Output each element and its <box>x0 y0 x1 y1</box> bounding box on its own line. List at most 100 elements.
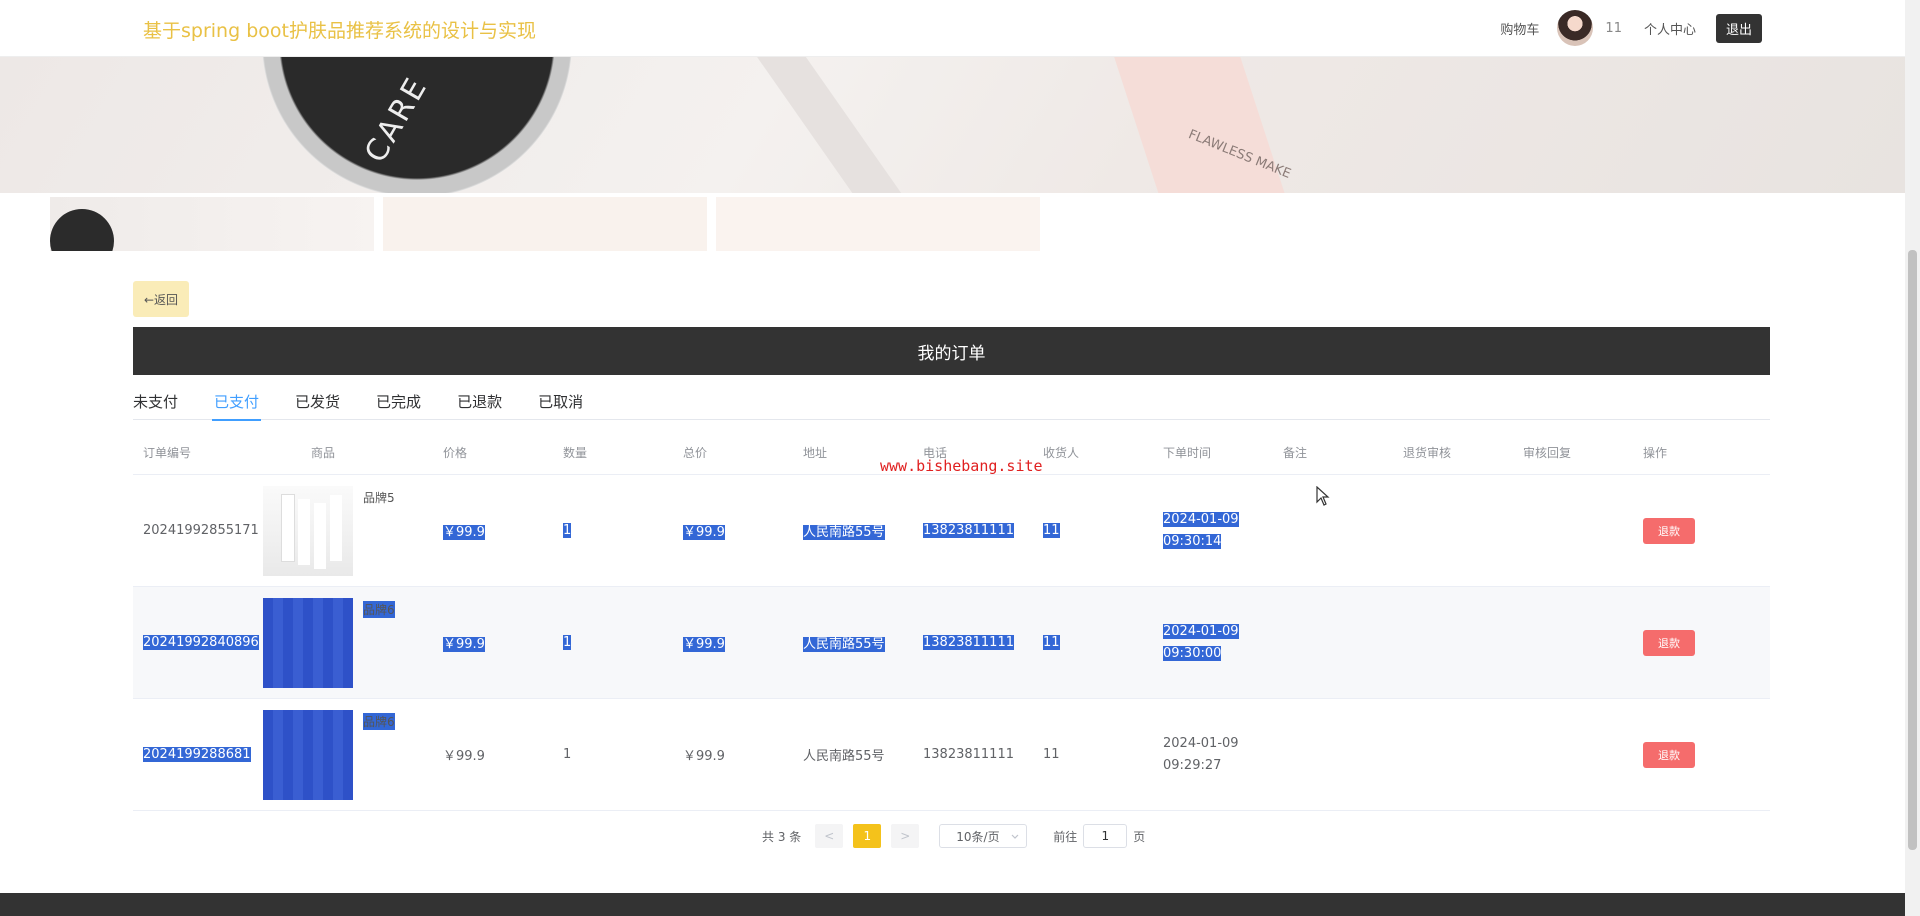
total: ￥99.9 <box>673 633 793 652</box>
pagination: 共 3 条 < 1 > 10条/页 前往 1 页 <box>762 823 1145 849</box>
next-page-button[interactable]: > <box>891 824 920 848</box>
header-audit-reply: 审核回复 <box>1523 445 1572 460</box>
tab-shipped[interactable]: 已发货 <box>295 388 340 420</box>
header-note: 备注 <box>1283 445 1308 460</box>
nav-right: 购物车 11 个人中心 退出 <box>1500 10 1762 46</box>
address: 人民南路55号 <box>793 745 913 764</box>
phone: 13823811111 <box>913 747 1033 762</box>
mouse-cursor-icon <box>1316 486 1330 506</box>
quantity-text: 1 <box>563 747 572 762</box>
page-scrollbar[interactable] <box>1905 0 1920 916</box>
page-unit-label: 页 <box>1133 829 1146 844</box>
orders-table: 订单编号 商品 价格 数量 总价 地址 电话 收货人 下单时间 备注 退货审核 … <box>133 430 1770 811</box>
pagination-total: 共 3 条 <box>762 829 802 844</box>
total-text: ￥99.9 <box>683 525 725 540</box>
profile-link[interactable]: 个人中心 <box>1644 19 1696 38</box>
page-size-select[interactable]: 10条/页 <box>939 824 1028 848</box>
header-order-id: 订单编号 <box>143 445 192 460</box>
top-navbar: 基于spring boot护肤品推荐系统的设计与实现 购物车 11 个人中心 退… <box>0 0 1905 57</box>
table-row: 20241992840896 品牌6 ￥99.9 1 ￥99.9 人民南路55号… <box>133 587 1770 699</box>
refund-button[interactable]: 退款 <box>1643 629 1695 656</box>
scrollbar-thumb[interactable] <box>1908 250 1917 850</box>
address-text: 人民南路55号 <box>803 525 885 540</box>
order-id: 20241992855171 <box>133 523 259 538</box>
banner-thumb-1[interactable] <box>50 197 374 251</box>
order-id-text: 20241992855171 <box>143 523 259 538</box>
goods-image[interactable] <box>263 485 353 576</box>
goods-name: 品牌5 <box>363 490 395 505</box>
receiver-text: 11 <box>1043 747 1060 762</box>
banner-thumbnails <box>50 197 1040 251</box>
header-quantity: 数量 <box>563 445 588 460</box>
quantity-text: 1 <box>563 635 572 650</box>
actions: 退款 <box>1633 517 1750 544</box>
quantity: 1 <box>553 523 673 538</box>
watermark: www.bishebang.site <box>880 457 1043 475</box>
order-id-text: 20241992840896 <box>143 635 259 650</box>
order-status-tabs: 未支付 已支付 已发货 已完成 已退款 已取消 <box>133 388 1770 421</box>
address: 人民南路55号 <box>793 521 913 540</box>
actions: 退款 <box>1633 741 1750 768</box>
cart-link[interactable]: 购物车 <box>1500 19 1539 38</box>
tab-cancelled[interactable]: 已取消 <box>538 388 583 420</box>
tab-completed[interactable]: 已完成 <box>376 388 421 420</box>
phone: 13823811111 <box>913 635 1033 650</box>
refund-button[interactable]: 退款 <box>1643 741 1695 768</box>
username: 11 <box>1605 20 1622 36</box>
order-time-text: 2024-01-09 09:29:27 <box>1163 735 1239 773</box>
table-row: 20241992855171 品牌5 ￥99.9 1 ￥99.9 人民南路55号… <box>133 475 1770 587</box>
tab-refunded[interactable]: 已退款 <box>457 388 502 420</box>
total-text: ￥99.9 <box>683 749 725 764</box>
goods-cell: 品牌6 <box>253 709 433 800</box>
price: ￥99.9 <box>433 745 553 764</box>
footer <box>0 893 1905 916</box>
phone: 13823811111 <box>913 523 1033 538</box>
header-goods: 商品 <box>310 445 335 460</box>
prev-page-button[interactable]: < <box>815 824 844 848</box>
price-text: ￥99.9 <box>443 749 485 764</box>
address-text: 人民南路55号 <box>803 749 885 764</box>
phone-text: 13823811111 <box>923 635 1014 650</box>
banner-image: CARE FLAWLESS MAKE <box>0 57 1905 193</box>
banner-thumb-2[interactable] <box>383 197 707 251</box>
avatar[interactable] <box>1557 10 1594 46</box>
page-number-1[interactable]: 1 <box>853 824 882 848</box>
order-time-text: 2024-01-09 09:30:14 <box>1163 511 1239 549</box>
total: ￥99.9 <box>673 521 793 540</box>
address-text: 人民南路55号 <box>803 637 885 652</box>
goods-image[interactable] <box>263 597 353 688</box>
price-text: ￥99.9 <box>443 637 485 652</box>
quantity: 1 <box>553 747 673 762</box>
back-button[interactable]: ←返回 <box>133 281 189 317</box>
banner-thumb-3[interactable] <box>716 197 1040 251</box>
receiver-text: 11 <box>1043 635 1060 650</box>
receiver: 11 <box>1033 747 1153 762</box>
goto-page-input[interactable]: 1 <box>1083 824 1128 848</box>
goods: 品牌6 <box>263 597 433 688</box>
goods-image[interactable] <box>263 709 353 800</box>
quantity-text: 1 <box>563 523 572 538</box>
price: ￥99.9 <box>433 521 553 540</box>
goto-label: 前往 <box>1053 829 1078 844</box>
goods: 品牌5 <box>263 485 433 576</box>
header-receiver: 收货人 <box>1043 445 1080 460</box>
table-row: 2024199288681 品牌6 ￥99.9 1 ￥99.9 人民南路55号 … <box>133 699 1770 811</box>
tab-unpaid[interactable]: 未支付 <box>133 388 178 420</box>
phone-text: 13823811111 <box>923 747 1014 762</box>
refund-button[interactable]: 退款 <box>1643 517 1695 544</box>
order-id: 2024199288681 <box>133 747 253 762</box>
banner-brush <box>737 57 903 193</box>
address: 人民南路55号 <box>793 633 913 652</box>
tab-paid[interactable]: 已支付 <box>212 388 262 421</box>
phone-text: 13823811111 <box>923 523 1014 538</box>
goods-name: 品牌6 <box>363 712 395 730</box>
header-actions: 操作 <box>1643 445 1668 460</box>
goods-name: 品牌6 <box>363 600 395 618</box>
order-id: 20241992840896 <box>133 635 259 650</box>
site-title[interactable]: 基于spring boot护肤品推荐系统的设计与实现 <box>143 16 536 43</box>
logout-button[interactable]: 退出 <box>1715 13 1762 43</box>
header-price: 价格 <box>443 445 468 460</box>
quantity: 1 <box>553 635 673 650</box>
order-time: 2024-01-09 09:30:14 <box>1153 509 1273 553</box>
goods-cell: 品牌6 <box>253 597 433 688</box>
